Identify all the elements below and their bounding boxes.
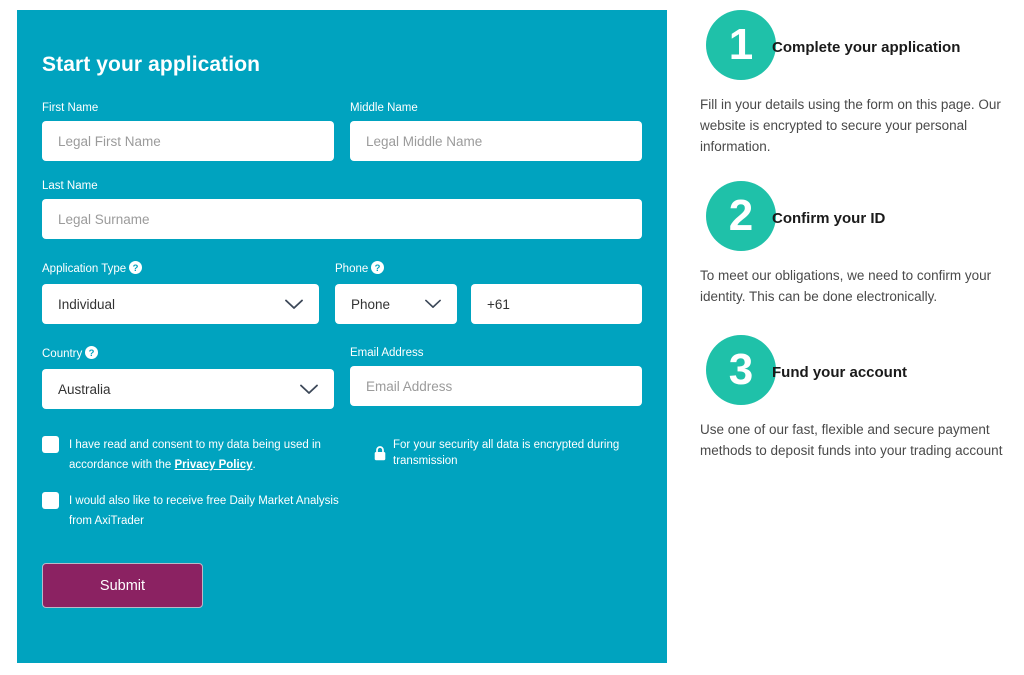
- country-label-text: Country: [42, 348, 83, 360]
- consent-marketing-checkbox[interactable]: [42, 492, 59, 509]
- first-name-label: First Name: [42, 102, 99, 114]
- type-phone-row: Application Type? Individual Phone? Phon…: [42, 261, 642, 324]
- name-row: First Name Middle Name: [42, 101, 642, 161]
- step-body: Use one of our fast, flexible and secure…: [700, 422, 1003, 458]
- step-item: 1 Complete your application Fill in your…: [700, 10, 1010, 157]
- email-input[interactable]: [350, 366, 642, 406]
- step-title: Complete your application: [772, 38, 961, 56]
- step-header: 3 Fund your account: [700, 335, 1010, 405]
- lock-icon: [374, 445, 386, 461]
- last-name-field: Last Name: [42, 179, 642, 239]
- svg-text:?: ?: [133, 263, 139, 274]
- step-header: 2 Confirm your ID: [700, 181, 1010, 251]
- steps-column: 1 Complete your application Fill in your…: [700, 10, 1010, 461]
- email-field: Email Address: [350, 346, 642, 409]
- chevron-down-icon: [425, 299, 441, 309]
- step-number-badge: 1: [706, 10, 776, 80]
- phone-type-select[interactable]: Phone: [335, 284, 457, 324]
- svg-text:?: ?: [89, 348, 95, 359]
- middle-name-label: Middle Name: [350, 102, 418, 114]
- country-field: Country? Australia: [42, 346, 334, 409]
- consent-privacy-text-after: .: [252, 459, 256, 471]
- application-type-value: Individual: [58, 296, 116, 312]
- consent-checkboxes: I have read and consent to my data being…: [42, 435, 364, 547]
- country-label: Country?: [42, 346, 334, 363]
- step-title: Confirm your ID: [772, 209, 886, 227]
- consent-privacy-checkbox[interactable]: [42, 436, 59, 453]
- country-select[interactable]: Australia: [42, 369, 334, 409]
- phone-field: Phone? Phone: [335, 261, 642, 324]
- application-type-label-text: Application Type: [42, 263, 127, 275]
- phone-type-value: Phone: [351, 296, 391, 312]
- step-number-badge: 2: [706, 181, 776, 251]
- phone-label-text: Phone: [335, 263, 369, 275]
- application-type-field: Application Type? Individual: [42, 261, 319, 324]
- phone-input-group: Phone: [335, 284, 642, 324]
- chevron-down-icon: [300, 384, 318, 395]
- first-name-input[interactable]: [42, 121, 334, 161]
- first-name-field: First Name: [42, 101, 334, 161]
- middle-name-input[interactable]: [350, 121, 642, 161]
- step-body: Fill in your details using the form on t…: [700, 97, 1001, 154]
- phone-number-input[interactable]: [471, 284, 642, 324]
- application-page: Start your application First Name Middle…: [0, 0, 1024, 675]
- consent-privacy-label: I have read and consent to my data being…: [69, 435, 361, 475]
- country-email-row: Country? Australia Email Address: [42, 346, 642, 409]
- consent-area: I have read and consent to my data being…: [42, 435, 642, 547]
- last-name-label: Last Name: [42, 180, 98, 192]
- chevron-down-icon: [285, 299, 303, 310]
- step-item: 3 Fund your account Use one of our fast,…: [700, 335, 1010, 461]
- middle-name-field: Middle Name: [350, 101, 642, 161]
- application-type-select[interactable]: Individual: [42, 284, 319, 324]
- step-item: 2 Confirm your ID To meet our obligation…: [700, 181, 1010, 307]
- consent-marketing-label: I would also like to receive free Daily …: [69, 495, 339, 527]
- page-title: Start your application: [42, 53, 261, 76]
- step-title: Fund your account: [772, 363, 907, 381]
- privacy-policy-link[interactable]: Privacy Policy: [174, 459, 252, 471]
- step-number-badge: 3: [706, 335, 776, 405]
- security-note-text: For your security all data is encrypted …: [393, 439, 620, 467]
- step-header: 1 Complete your application: [700, 10, 1010, 80]
- last-name-input[interactable]: [42, 199, 642, 239]
- phone-label: Phone?: [335, 261, 642, 278]
- security-note-area: For your security all data is encrypted …: [364, 435, 642, 547]
- help-icon[interactable]: ?: [85, 346, 99, 363]
- svg-text:?: ?: [375, 263, 381, 274]
- help-icon[interactable]: ?: [129, 261, 143, 278]
- country-value: Australia: [58, 381, 111, 397]
- application-type-label: Application Type?: [42, 261, 319, 278]
- application-form-panel: Start your application First Name Middle…: [17, 10, 667, 663]
- help-icon[interactable]: ?: [371, 261, 385, 278]
- consent-privacy-row: I have read and consent to my data being…: [42, 435, 364, 475]
- security-note: For your security all data is encrypted …: [374, 437, 642, 469]
- email-label: Email Address: [350, 347, 424, 359]
- submit-button[interactable]: Submit: [42, 563, 203, 608]
- consent-marketing-row: I would also like to receive free Daily …: [42, 491, 364, 531]
- step-body: To meet our obligations, we need to conf…: [700, 268, 992, 304]
